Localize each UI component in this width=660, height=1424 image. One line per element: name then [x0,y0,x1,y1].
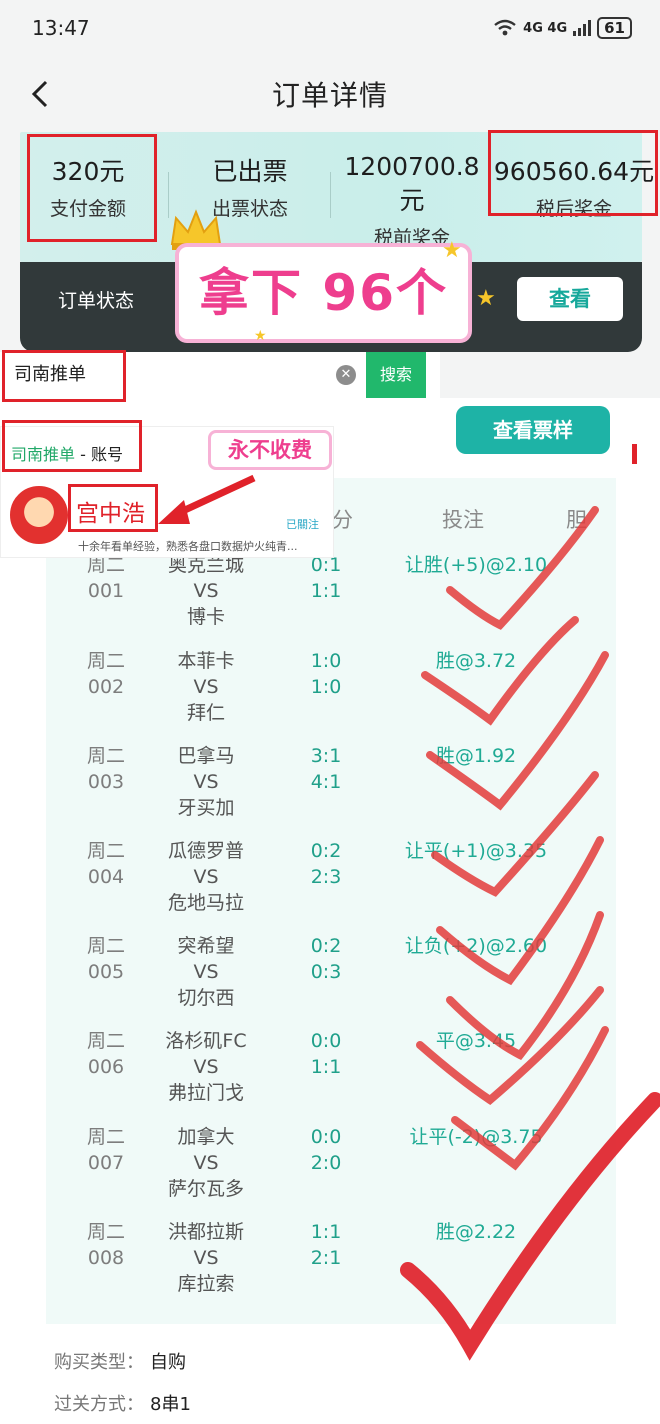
match-bet: 让平(-2)@3.75 [409,1126,543,1148]
match-score: 0:1 1:1 [310,554,342,602]
nav-bar: 订单详情 [0,56,660,132]
match-bet: 平@3.45 [435,1030,517,1052]
highlight-box [68,484,158,532]
battery-icon: 61 [597,17,632,39]
highlight-box [2,350,126,402]
header-banker: 胆 [566,508,587,532]
match-teams: 瓜德罗普 VS 危地马拉 [167,840,244,914]
match-teams: 巴拿马 VS 牙买加 [177,745,235,819]
promo-banner: 拿下 96个 [175,243,472,343]
match-teams: 奥克兰城 VS 博卡 [167,554,244,628]
star-icon: ★ [476,286,496,311]
match-day: 周二 003 [86,745,125,793]
match-day: 周二 004 [86,840,125,888]
match-score: 3:1 4:1 [310,745,342,793]
page-title: 订单详情 [271,79,388,112]
promo-text: 拿下 96个 [199,264,448,322]
match-teams: 洪都拉斯 VS 库拉索 [167,1221,244,1295]
match-bet: 让平(+1)@3.35 [404,840,548,862]
match-bet: 胜@1.92 [435,745,517,767]
header-bet: 投注 [442,508,484,532]
purchase-type: 购买类型： 自购 [54,1352,186,1373]
divider [330,172,331,218]
signal-label: 4G 4G [523,20,568,36]
match-score: 0:2 2:3 [310,840,342,888]
signal-icon [573,20,592,36]
match-bet: 让胜(+5)@2.10 [404,554,548,576]
table-row: 周二 005 突希望 VS 切尔西 0:2 0:3 让负(+2)@2.60 [46,933,616,1028]
match-score: 0:2 0:3 [310,935,342,983]
status-time: 13:47 [32,16,90,40]
match-teams: 本菲卡 VS 拜仁 [177,650,235,724]
view-button[interactable]: 查看 [517,277,623,321]
match-score: 1:0 1:0 [310,650,342,698]
match-day: 周二 005 [86,935,125,983]
table-row: 周二 004 瓜德罗普 VS 危地马拉 0:2 2:3 让平(+1)@3.35 [46,838,616,933]
wifi-icon [494,19,516,36]
order-status-label: 订单状态 [58,290,135,312]
table-row: 周二 006 洛杉矶FC VS 弗拉门戈 0:0 1:1 平@3.45 [46,1028,616,1123]
highlight-box [27,134,157,242]
highlight-box [488,130,658,216]
user-bio: 十余年看单经验，熟悉各盘口数据炉火纯青... [78,540,298,553]
header-score: 分 [332,508,353,532]
table-row: 周二 003 巴拿马 VS 牙买加 3:1 4:1 胜@1.92 [46,743,616,838]
match-bet: 胜@2.22 [435,1221,517,1243]
pass-mode: 过关方式： 8串1 [54,1394,191,1415]
status-icons: 4G 4G 61 [493,17,632,39]
search-button[interactable]: 搜索 [366,352,426,398]
view-ticket-sample-button[interactable]: 查看票样 [456,406,610,454]
match-day: 周二 001 [86,554,125,602]
clear-icon[interactable]: ✕ [336,365,356,385]
table-row: 周二 007 加拿大 VS 萨尔瓦多 0:0 2:0 让平(-2)@3.75 [46,1124,616,1219]
match-bet: 让负(+2)@2.60 [404,935,548,957]
table-row: 周二 008 洪都拉斯 VS 库拉索 1:1 2:1 胜@2.22 [46,1219,616,1314]
match-teams: 洛杉矶FC VS 弗拉门戈 [165,1030,247,1104]
status-bar: 13:47 4G 4G 61 [0,0,660,56]
followed-badge[interactable]: 已關注 [286,516,319,532]
arrow-icon [158,474,256,524]
match-score: 0:0 2:0 [310,1126,342,1174]
back-arrow-icon[interactable] [24,76,60,112]
match-teams: 加拿大 VS 萨尔瓦多 [167,1126,244,1200]
match-day: 周二 008 [86,1221,125,1269]
star-icon: ★ [442,238,462,263]
table-row: 周二 002 本菲卡 VS 拜仁 1:0 1:0 胜@3.72 [46,648,616,743]
match-score: 1:1 2:1 [310,1221,342,1269]
match-day: 周二 006 [86,1030,125,1078]
match-day: 周二 002 [86,650,125,698]
match-day: 周二 007 [86,1126,125,1174]
match-teams: 突希望 VS 切尔西 [177,935,235,1009]
match-score: 0:0 1:1 [310,1030,342,1078]
table-row: 周二 001 奥克兰城 VS 博卡 0:1 1:1 让胜(+5)@2.10 [46,552,616,647]
highlight-box [2,420,142,472]
avatar[interactable] [8,484,70,546]
free-tag: 永不收费 [208,430,332,470]
red-mark [632,444,637,464]
star-icon: ★ [254,328,267,344]
stat-pretax-prize: 1200700.8元 税前奖金 [344,152,480,249]
match-bet: 胜@3.72 [435,650,517,672]
